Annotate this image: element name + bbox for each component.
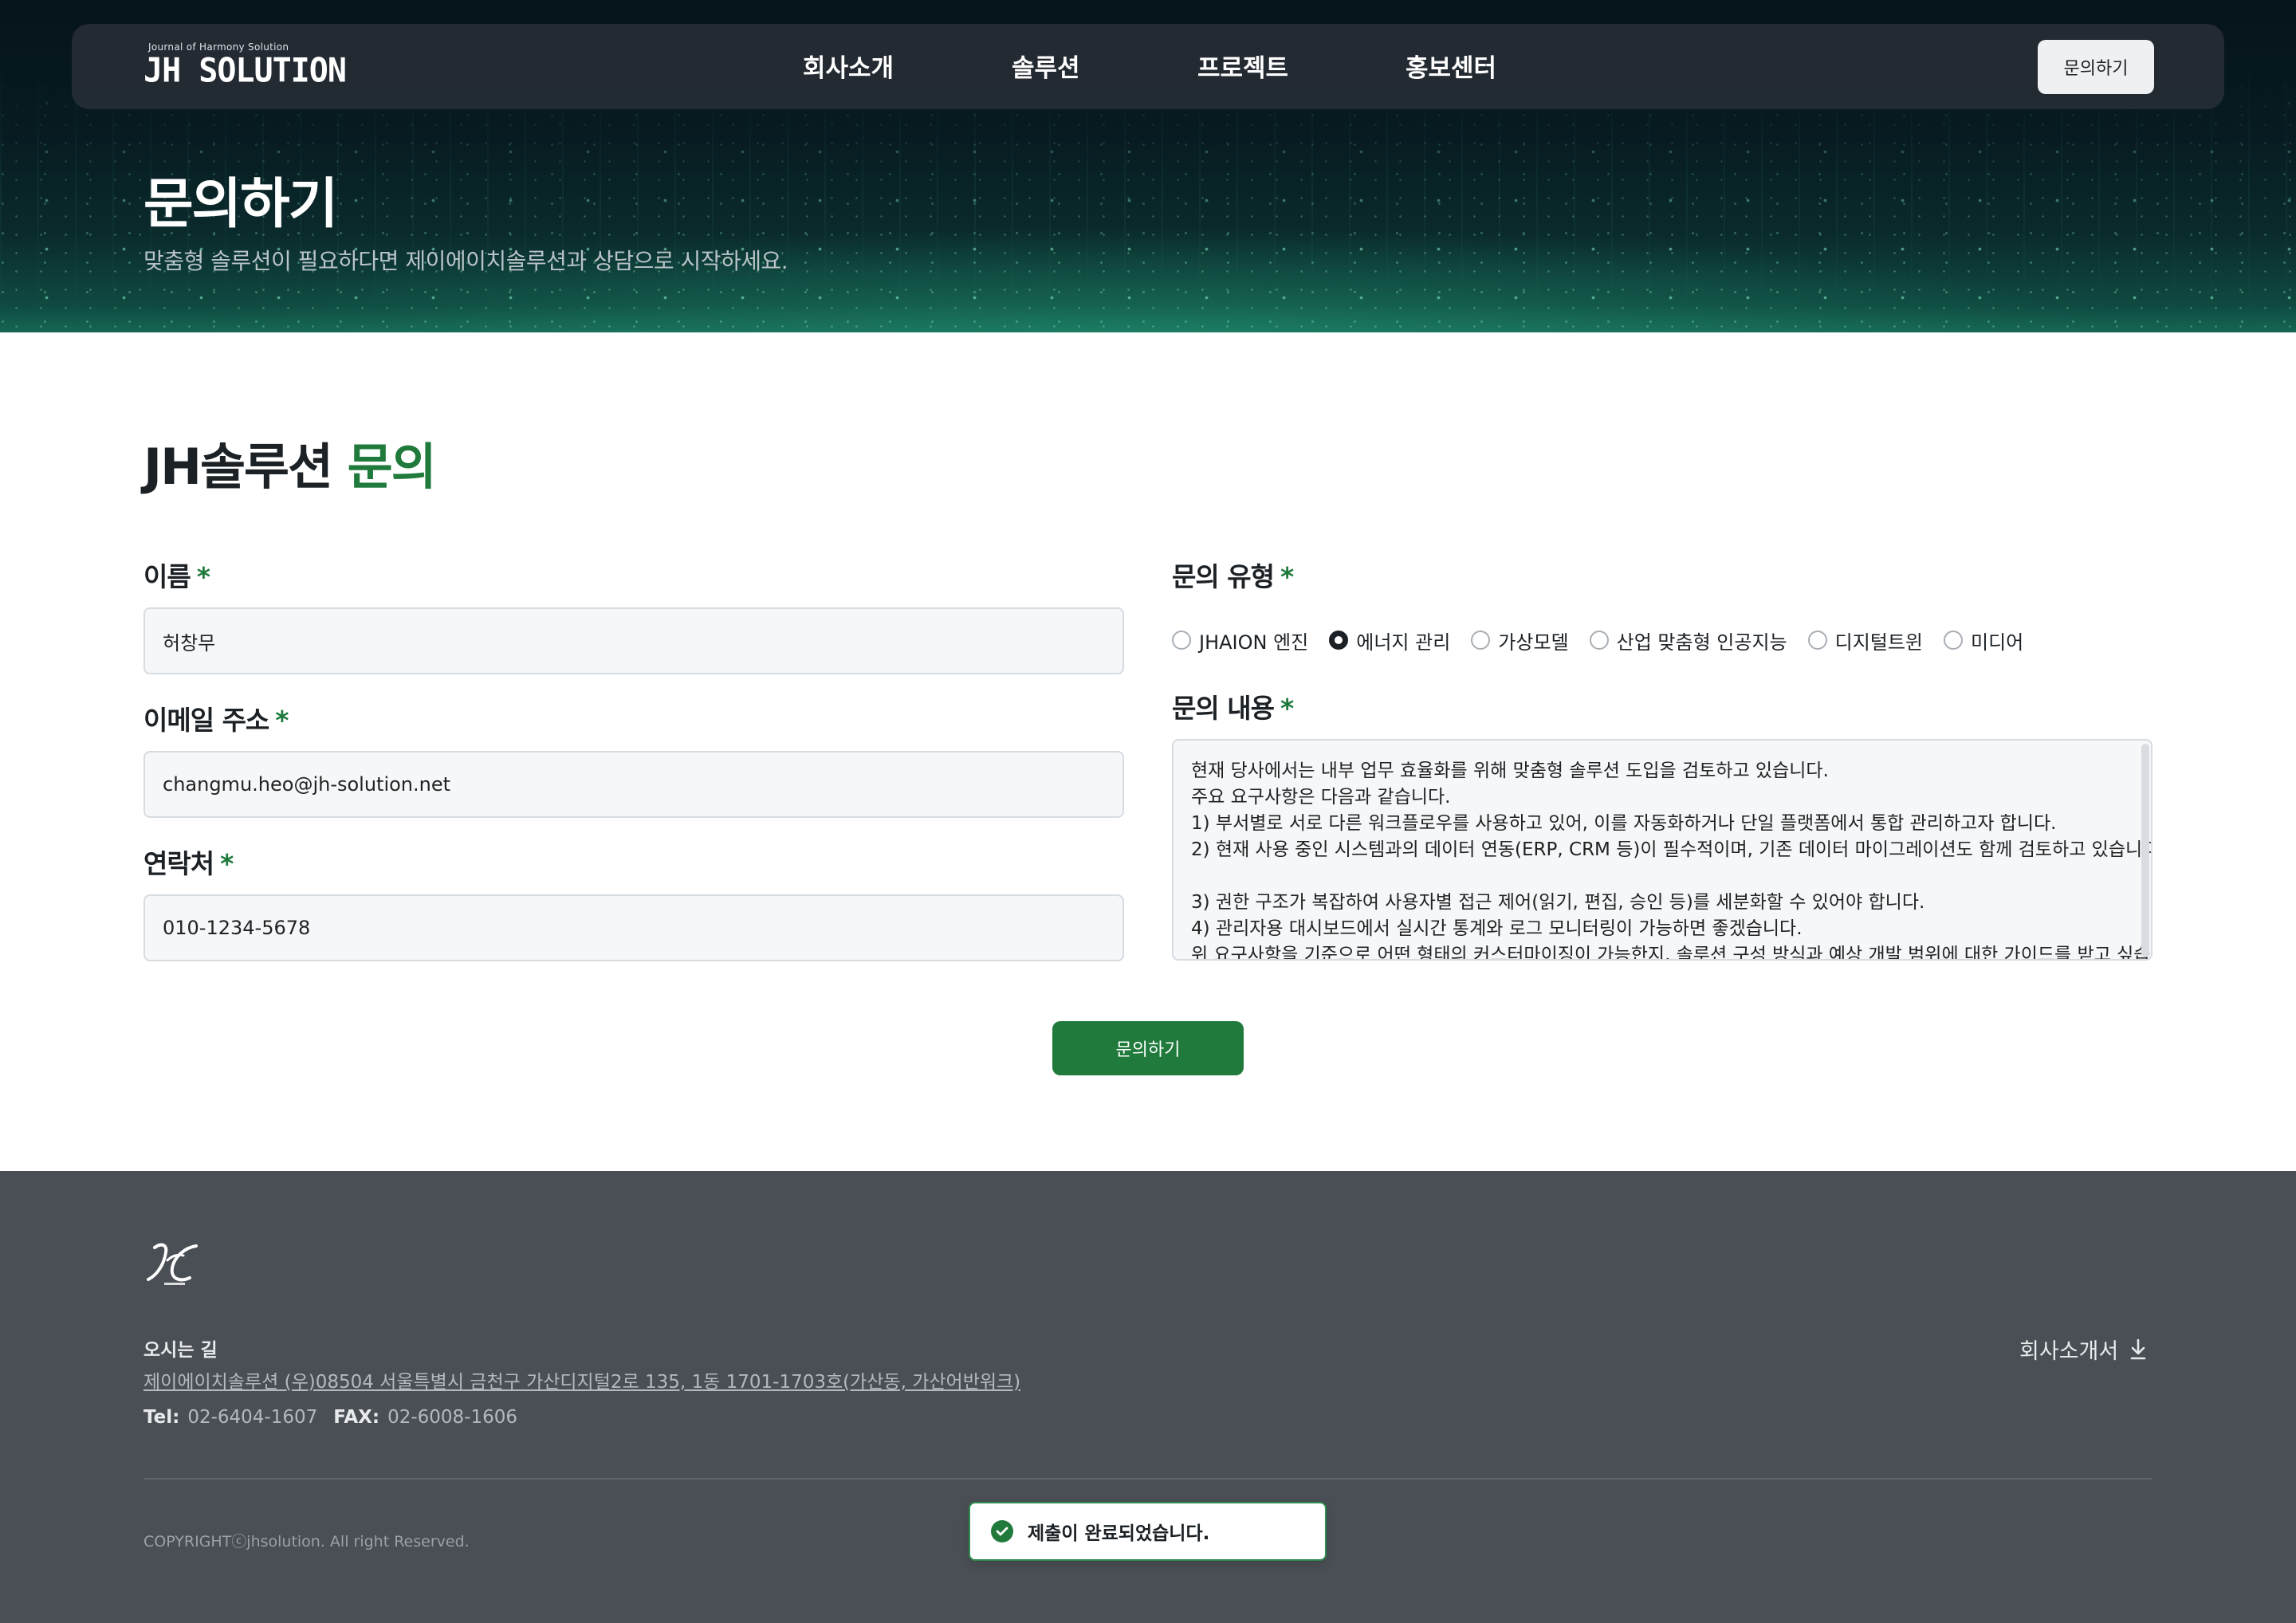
brochure-label: 회사소개서 (2019, 1339, 2119, 1364)
nav-item-pr-center[interactable]: 홍보센터 (1406, 48, 1496, 84)
textarea-line: 현재 당사에서는 내부 업무 효율화를 위해 맞춤형 솔루션 도입을 검토하고 … (1191, 760, 1829, 781)
nav-item-company[interactable]: 회사소개 (803, 48, 894, 84)
textarea-line: 위 요구사항을 기준으로 어떤 형태의 커스터마이징이 가능한지, 솔루션 구성… (1191, 945, 2152, 961)
radio-button[interactable] (1172, 631, 1191, 650)
phone-field-value: 010-1234-5678 (163, 917, 311, 939)
check-circle-icon (991, 1520, 1013, 1542)
email-field[interactable]: changmu.heo@jh-solution.net (144, 751, 1124, 818)
inquiry-type-label: 문의 유형 * (1172, 556, 1294, 594)
radio-label: JHAION 엔진 (1199, 631, 1309, 654)
textarea-line: 2) 현재 사용 중인 시스템과의 데이터 연동(ERP, CRM 등)이 필수… (1191, 839, 2152, 860)
required-mark: * (1280, 693, 1294, 724)
success-toast: 제출이 완료되었습니다. (969, 1502, 1327, 1561)
radio-button[interactable] (1807, 631, 1827, 650)
phone-label-text: 연락처 (144, 848, 214, 879)
toast-message: 제출이 완료되었습니다. (1028, 1523, 1210, 1544)
top-navigation: Journal of Harmony Solution JH SOLUTION … (72, 24, 2224, 109)
nav-item-solution[interactable]: 솔루션 (1012, 48, 1080, 84)
brand-logo[interactable]: Journal of Harmony Solution JH SOLUTION (144, 41, 347, 91)
tel-label: Tel: (144, 1407, 180, 1428)
phone-field[interactable]: 010-1234-5678 (144, 894, 1124, 961)
copyright-text: COPYRIGHTⓒjhsolution. All right Reserved… (144, 1533, 470, 1550)
radio-label: 산업 맞춤형 인공지능 (1616, 631, 1787, 654)
download-icon (2130, 1338, 2146, 1359)
name-label-text: 이름 (144, 561, 191, 592)
required-mark: * (196, 561, 210, 592)
footer-logo-icon (147, 1243, 198, 1285)
radio-jhaion-engine[interactable]: JHAION 엔진 (1172, 627, 1308, 654)
radio-button[interactable] (1944, 631, 1964, 650)
textarea-line: 4) 관리자용 대시보드에서 실시간 통계와 로그 모니터링이 가능하면 좋겠습… (1191, 918, 1803, 939)
radio-virtual-model[interactable]: 가상모델 (1471, 627, 1569, 654)
radio-digital-twin[interactable]: 디지털트윈 (1807, 627, 1924, 654)
required-mark: * (220, 848, 234, 879)
tel-value: 02-6404-1607 (187, 1407, 318, 1428)
inquiry-content-label-text: 문의 내용 (1172, 693, 1275, 724)
email-label: 이메일 주소 * (144, 699, 289, 737)
name-field-value: 허창무 (163, 631, 216, 654)
nav-item-project[interactable]: 프로젝트 (1197, 48, 1288, 84)
required-mark: * (275, 705, 289, 736)
form-title: JH솔루션 문의 (144, 426, 437, 498)
address-label: 오시는 길 (144, 1340, 218, 1361)
inquiry-type-radio-group: JHAION 엔진 에너지 관리 가상모델 산업 맞춤형 인공지능 디지털트윈 … (1172, 627, 2044, 654)
phone-label: 연락처 * (144, 843, 234, 881)
name-label: 이름 * (144, 556, 210, 594)
nav-inquiry-button[interactable]: 문의하기 (2038, 40, 2154, 94)
form-title-accent: 문의 (347, 438, 437, 496)
contact-info: Tel: 02-6404-1607 FAX: 02-6008-1606 (144, 1407, 517, 1428)
inquiry-content-label: 문의 내용 * (1172, 687, 1294, 725)
required-mark: * (1280, 561, 1294, 592)
submit-inquiry-button[interactable]: 문의하기 (1052, 1021, 1244, 1075)
radio-industrial-ai[interactable]: 산업 맞춤형 인공지능 (1589, 627, 1787, 654)
textarea-line (1191, 863, 2127, 890)
textarea-line: 3) 권한 구조가 복잡하여 사용자별 접근 제어(읽기, 편집, 승인 등)를… (1191, 892, 1925, 913)
name-field[interactable]: 허창무 (144, 607, 1124, 674)
form-title-main: JH솔루션 (144, 438, 333, 496)
inquiry-type-label-text: 문의 유형 (1172, 561, 1275, 592)
page-title: 문의하기 (144, 173, 338, 236)
textarea-line: 1) 부서별로 서로 다른 워크플로우를 사용하고 있어, 이를 자동화하거나 … (1191, 813, 2057, 834)
email-field-value: changmu.heo@jh-solution.net (163, 773, 451, 796)
email-label-text: 이메일 주소 (144, 705, 269, 736)
brochure-download-link[interactable]: 회사소개서 (2019, 1334, 2147, 1365)
radio-media[interactable]: 미디어 (1944, 627, 2023, 654)
radio-label: 가상모델 (1498, 631, 1569, 654)
logo-wordmark: JH SOLUTION (144, 51, 347, 91)
inquiry-content-textarea[interactable]: 현재 당사에서는 내부 업무 효율화를 위해 맞춤형 솔루션 도입을 검토하고 … (1172, 739, 2152, 961)
fax-label: FAX: (333, 1407, 380, 1428)
radio-button[interactable] (1589, 631, 1609, 650)
fax-value: 02-6008-1606 (387, 1407, 518, 1428)
radio-energy-management[interactable]: 에너지 관리 (1329, 627, 1450, 654)
footer-divider (144, 1478, 2152, 1480)
page-subtitle: 맞춤형 솔루션이 필요하다면 제이에이치솔루션과 상담으로 시작하세요. (144, 248, 788, 274)
radio-button[interactable] (1471, 631, 1491, 650)
address-link[interactable]: 제이에이치솔루션 (우)08504 서울특별시 금천구 가산디지털2로 135,… (144, 1366, 1020, 1393)
radio-button[interactable] (1329, 631, 1349, 650)
radio-label: 디지털트윈 (1834, 631, 1924, 654)
textarea-line: 주요 요구사항은 다음과 같습니다. (1191, 787, 1451, 808)
radio-label: 미디어 (1971, 631, 2024, 654)
radio-label: 에너지 관리 (1356, 631, 1451, 654)
textarea-scrollbar[interactable] (2141, 744, 2149, 957)
hero-banner: Journal of Harmony Solution JH SOLUTION … (0, 0, 2296, 332)
